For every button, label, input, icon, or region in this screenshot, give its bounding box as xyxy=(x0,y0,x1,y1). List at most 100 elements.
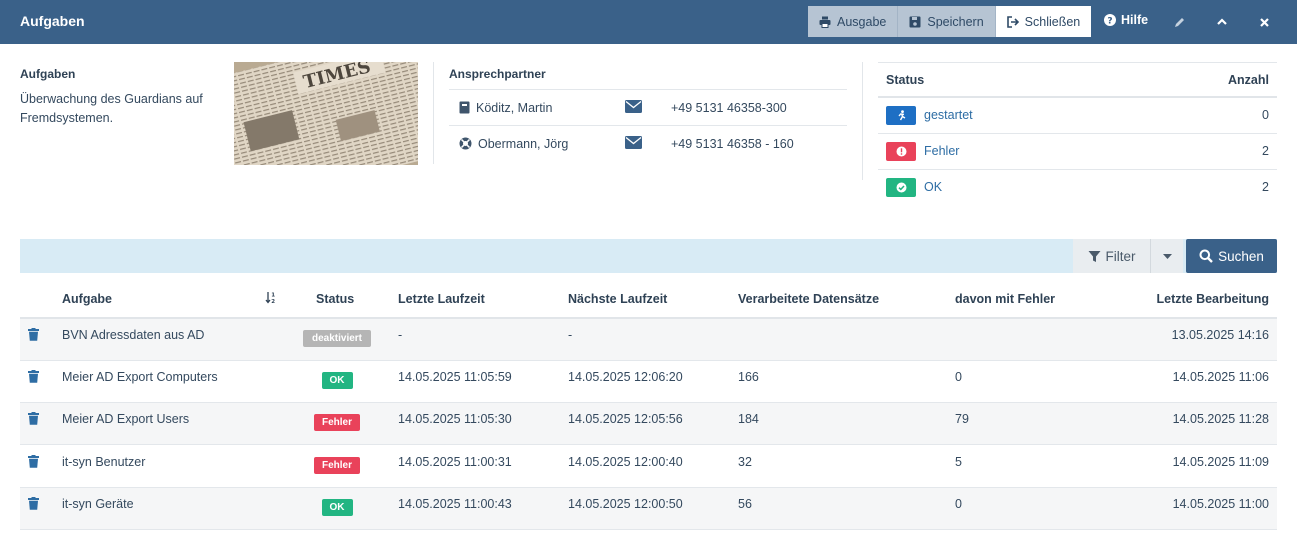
trash-icon[interactable] xyxy=(28,455,39,468)
trash-icon[interactable] xyxy=(28,370,39,383)
divider xyxy=(433,62,434,164)
exclamation-icon xyxy=(896,146,906,157)
address-book-icon xyxy=(459,101,470,114)
column-header-last-run[interactable]: Letzte Laufzeit xyxy=(398,292,485,306)
toolbar-button-group: Ausgabe Speichern Schließen xyxy=(808,6,1092,37)
table-row[interactable]: it-syn Benutzer Fehler 14.05.2025 11:00:31… xyxy=(20,446,1277,488)
close-icon xyxy=(1259,17,1269,27)
page-title: Aufgaben xyxy=(20,13,85,29)
status-summary-row: Fehler 2 xyxy=(878,134,1277,170)
task-name[interactable]: it-syn Geräte xyxy=(62,497,134,511)
last-run: 14.05.2025 11:00:43 xyxy=(398,497,512,511)
title-bar: Aufgaben Ausgabe Speichern Schließen ? H… xyxy=(0,0,1297,44)
error-records: 5 xyxy=(955,455,962,469)
sort-toggle[interactable]: 12 xyxy=(265,291,277,307)
last-run: 14.05.2025 11:05:59 xyxy=(398,370,512,384)
status-ok-badge xyxy=(886,178,916,197)
printer-icon xyxy=(819,16,831,28)
status-column-header: Status xyxy=(886,73,925,87)
contact-email-button[interactable] xyxy=(625,100,642,116)
task-name[interactable]: Meier AD Export Users xyxy=(62,412,189,426)
contact-name[interactable]: Köditz, Martin xyxy=(459,101,552,115)
last-edit: 14.05.2025 11:28 xyxy=(1172,412,1269,426)
status-started-badge xyxy=(886,106,916,125)
processed-records: 56 xyxy=(738,497,752,511)
next-run: - xyxy=(568,328,573,342)
contact-name-label: Obermann, Jörg xyxy=(478,136,569,151)
tasks-section-title: Aufgaben xyxy=(20,67,76,81)
error-records: 0 xyxy=(955,497,962,511)
count-column-header: Anzahl xyxy=(1228,73,1269,87)
newspaper-image: TIMES xyxy=(234,62,418,165)
processed-records: 166 xyxy=(738,370,759,384)
last-run: 14.05.2025 11:05:30 xyxy=(398,412,512,426)
search-button[interactable]: Suchen xyxy=(1186,239,1277,273)
table-row[interactable]: Meier AD Export Computers OK 14.05.2025 11… xyxy=(20,361,1277,403)
status-summary-row: gestartet 0 xyxy=(878,98,1277,134)
last-edit: 14.05.2025 11:09 xyxy=(1172,455,1269,469)
column-header-errors[interactable]: davon mit Fehler xyxy=(955,292,1055,306)
processed-records: 32 xyxy=(738,455,752,469)
column-header-status[interactable]: Status xyxy=(316,292,354,306)
question-circle-icon: ? xyxy=(1104,14,1116,26)
envelope-icon xyxy=(625,100,642,113)
table-row[interactable]: BVN Adressdaten aus AD deaktiviert - - 13.05… xyxy=(20,319,1277,361)
next-run: 14.05.2025 12:00:50 xyxy=(568,497,683,511)
sort-amount-icon: 12 xyxy=(265,292,275,305)
help-button[interactable]: ? Hilfe xyxy=(1104,13,1148,27)
check-icon xyxy=(896,182,906,193)
trash-icon[interactable] xyxy=(28,497,39,510)
error-records: 0 xyxy=(955,370,962,384)
trash-icon[interactable] xyxy=(28,328,39,341)
contact-row: Obermann, Jörg +49 5131 46358 - 160 xyxy=(449,125,847,161)
contact-row: Köditz, Martin +49 5131 46358-300 xyxy=(449,89,847,125)
svg-text:?: ? xyxy=(1107,16,1112,26)
filter-dropdown-toggle[interactable] xyxy=(1150,239,1183,273)
envelope-icon xyxy=(625,136,642,149)
column-header-last-edit[interactable]: Letzte Bearbeitung xyxy=(1156,292,1269,306)
last-edit: 14.05.2025 11:06 xyxy=(1172,370,1269,384)
status-summary-row: OK 2 xyxy=(878,170,1277,206)
status-ok-link[interactable]: OK xyxy=(924,180,942,194)
task-name[interactable]: Meier AD Export Computers xyxy=(62,370,218,384)
last-run: 14.05.2025 11:00:31 xyxy=(398,455,512,469)
filter-button[interactable]: Filter xyxy=(1073,239,1150,273)
edit-button[interactable] xyxy=(1171,14,1187,30)
collapse-button[interactable] xyxy=(1214,14,1230,30)
search-icon xyxy=(1199,249,1213,263)
status-badge: deaktiviert xyxy=(303,330,371,347)
contact-email-button[interactable] xyxy=(625,136,642,152)
filter-button-label: Filter xyxy=(1105,248,1136,264)
table-row[interactable]: it-syn Geräte OK 14.05.2025 11:00:43 14.05.… xyxy=(20,488,1277,530)
contact-phone: +49 5131 46358 - 160 xyxy=(671,136,794,151)
save-button[interactable]: Speichern xyxy=(898,6,996,37)
status-badge: OK xyxy=(321,372,353,389)
trash-icon[interactable] xyxy=(28,412,39,425)
help-button-label: Hilfe xyxy=(1121,13,1149,27)
last-run: - xyxy=(398,328,403,342)
running-icon xyxy=(897,110,905,121)
processed-records: 184 xyxy=(738,412,759,426)
contacts-title: Ansprechpartner xyxy=(449,67,546,81)
column-header-processed[interactable]: Verarbeitete Datensätze xyxy=(738,292,879,306)
column-header-next-run[interactable]: Nächste Laufzeit xyxy=(568,292,667,306)
contact-name[interactable]: Obermann, Jörg xyxy=(459,137,568,151)
status-error-link[interactable]: Fehler xyxy=(924,144,959,158)
table-row[interactable]: Meier AD Export Users Fehler 14.05.2025 11… xyxy=(20,403,1277,445)
next-run: 14.05.2025 12:05:56 xyxy=(568,412,683,426)
output-button[interactable]: Ausgabe xyxy=(808,6,899,37)
task-name[interactable]: BVN Adressdaten aus AD xyxy=(62,328,204,342)
status-summary-header: Status Anzahl xyxy=(878,62,1277,98)
status-ok-count: 2 xyxy=(1262,180,1269,194)
column-header-task[interactable]: Aufgabe xyxy=(62,292,112,306)
floppy-disk-icon xyxy=(909,16,921,27)
status-badge: OK xyxy=(321,499,353,516)
pencil-icon xyxy=(1174,17,1184,27)
close-button[interactable]: Schließen xyxy=(995,6,1092,37)
task-name[interactable]: it-syn Benutzer xyxy=(62,455,145,469)
window-close-button[interactable] xyxy=(1256,14,1272,30)
status-started-link[interactable]: gestartet xyxy=(924,108,973,122)
output-button-label: Ausgabe xyxy=(837,14,887,29)
error-records: 79 xyxy=(955,412,969,426)
status-error-badge xyxy=(886,142,916,161)
